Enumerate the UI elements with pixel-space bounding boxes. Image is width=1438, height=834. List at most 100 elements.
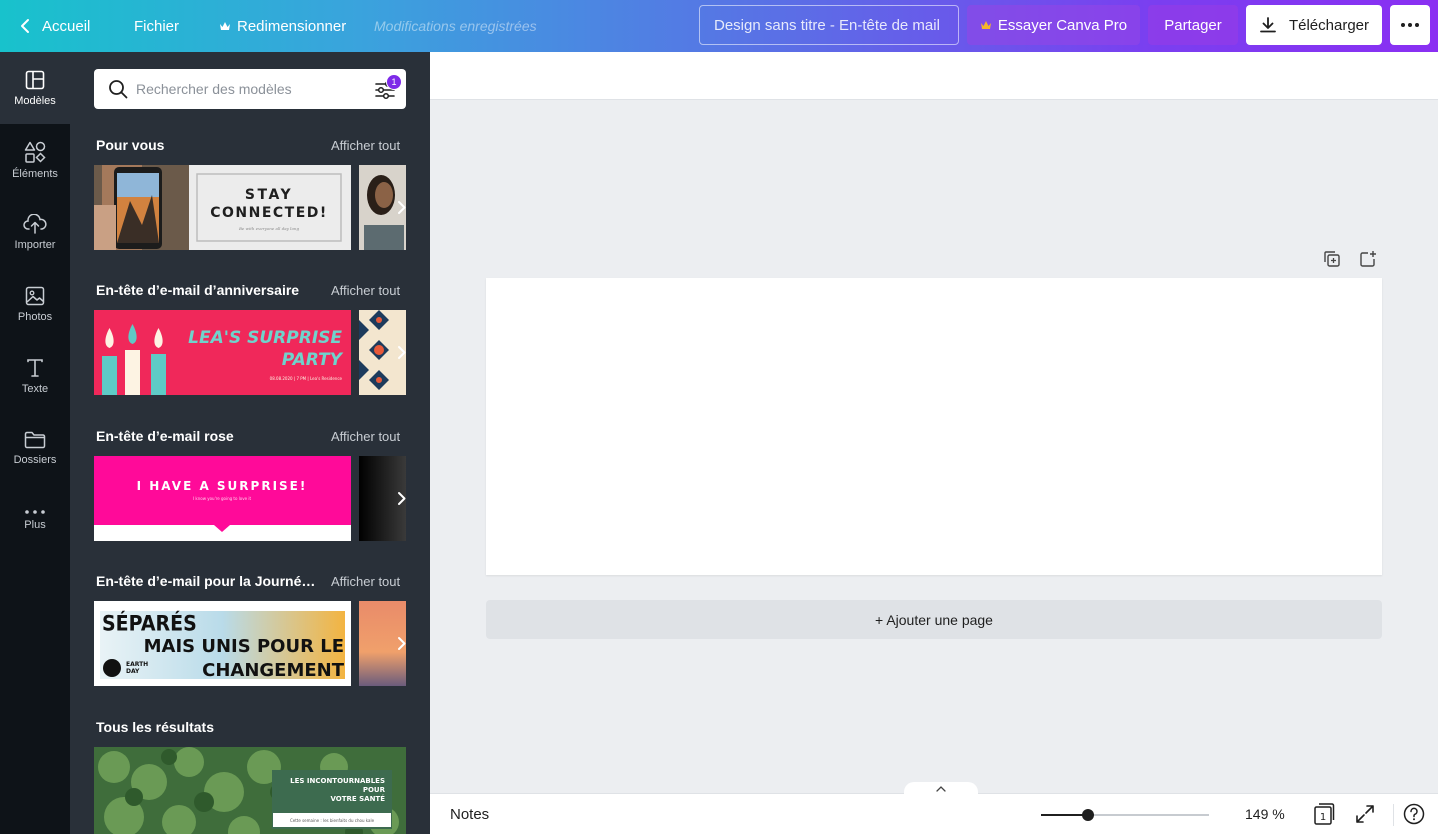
- template-thumbnail[interactable]: LES INCONTOURNABLES POUR VOTRE SANTÉ Cet…: [94, 747, 406, 834]
- section-title: En-tête d’e-mail rose: [96, 428, 234, 444]
- birthday-template: LEA'S SURPRISE PARTY 08.08.2020 | 7 PM |…: [94, 310, 351, 395]
- editor-toolbar: [430, 52, 1438, 100]
- add-page-icon[interactable]: [1359, 250, 1377, 268]
- bottom-bar: Notes 149 % 1: [430, 782, 1438, 834]
- folder-icon: [24, 431, 46, 448]
- template-thumbnail[interactable]: LEA'S SURPRISE PARTY 08.08.2020 | 7 PM |…: [94, 310, 351, 395]
- duplicate-page-icon[interactable]: [1323, 250, 1341, 268]
- thumb-text-health1: LES INCONTOURNABLES: [290, 777, 385, 785]
- home-button[interactable]: Accueil: [20, 0, 90, 52]
- download-icon: [1260, 17, 1276, 33]
- stay-connected-template: STAY CONNECTED! Be with everyone all day…: [94, 165, 351, 250]
- rail-label: Texte: [21, 382, 49, 395]
- chevron-up-icon: [936, 786, 946, 792]
- section-title: En-tête d’e-mail pour la Journée de la T…: [96, 573, 323, 589]
- carousel-next-button[interactable]: [392, 340, 410, 364]
- see-all-link[interactable]: Afficher tout: [331, 574, 400, 589]
- filter-count-badge: 1: [386, 74, 402, 90]
- elements-icon: [24, 141, 46, 163]
- thumb-text-unis: MAIS UNIS POUR LE: [144, 636, 344, 657]
- template-search-input[interactable]: [136, 69, 366, 109]
- rail-item-more[interactable]: Plus: [0, 484, 70, 556]
- zoom-level[interactable]: 149 %: [1245, 806, 1285, 822]
- download-label: Télécharger: [1288, 16, 1370, 34]
- thumb-text-changement: CHANGEMENT: [202, 660, 345, 681]
- see-all-link[interactable]: Afficher tout: [331, 283, 400, 298]
- notes-button[interactable]: Notes: [450, 806, 489, 823]
- zoom-slider-fill: [1041, 814, 1089, 816]
- resize-button[interactable]: Redimensionner: [219, 0, 346, 52]
- thumb-text-lea-sub: 08.08.2020 | 7 PM | Lea's Residence: [270, 376, 343, 381]
- template-thumbnail[interactable]: STAY CONNECTED! Be with everyone all day…: [94, 165, 351, 250]
- fullscreen-icon[interactable]: [1355, 804, 1375, 824]
- upload-cloud-icon: [23, 213, 47, 234]
- photo-icon: [25, 286, 45, 305]
- design-page[interactable]: [486, 278, 1382, 575]
- save-status: Modifications enregistrées: [374, 18, 537, 34]
- home-label: Accueil: [42, 17, 91, 35]
- section-title: Tous les résultats: [96, 719, 215, 735]
- page-count-icon[interactable]: 1: [1312, 802, 1336, 826]
- section-title: En-tête d’e-mail d’anniversaire: [96, 282, 300, 298]
- thumb-text-surprise: I HAVE A SURPRISE!: [137, 479, 308, 493]
- thumb-text-stay-sub: Be with everyone all day long: [238, 226, 299, 231]
- crown-icon: [220, 22, 230, 30]
- try-pro-button[interactable]: Essayer Canva Pro: [967, 5, 1140, 45]
- rail-label: Photos: [17, 310, 53, 323]
- see-all-link[interactable]: Afficher tout: [331, 138, 400, 153]
- top-bar: Accueil Fichier Redimensionner Modificat…: [0, 0, 1438, 52]
- help-icon[interactable]: [1403, 803, 1425, 825]
- carousel-next-button[interactable]: [392, 486, 410, 510]
- more-dots-icon: [1401, 23, 1419, 27]
- zoom-slider-handle[interactable]: [1082, 809, 1095, 821]
- rail-item-templates[interactable]: Modèles: [0, 52, 70, 124]
- see-all-link[interactable]: Afficher tout: [331, 429, 400, 444]
- more-options-button[interactable]: [1390, 5, 1430, 45]
- show-pages-button[interactable]: [904, 782, 978, 796]
- rail-item-folders[interactable]: Dossiers: [0, 412, 70, 484]
- template-thumbnail[interactable]: SÉPARÉS MAIS UNIS POUR LE CHANGEMENT EAR…: [94, 601, 351, 686]
- thumb-text-health3: VOTRE SANTÉ: [330, 794, 385, 803]
- chevron-right-icon: [397, 345, 405, 359]
- download-button[interactable]: Télécharger: [1246, 5, 1382, 45]
- page-count-number: 1: [1320, 812, 1326, 823]
- templates-icon: [25, 70, 45, 89]
- section-title: Pour vous: [96, 137, 165, 153]
- chevron-left-icon: [21, 19, 29, 33]
- rail-item-text[interactable]: Texte: [0, 340, 70, 412]
- earth-day-template: SÉPARÉS MAIS UNIS POUR LE CHANGEMENT EAR…: [94, 601, 351, 686]
- rail-item-upload[interactable]: Importer: [0, 196, 70, 268]
- health-template: LES INCONTOURNABLES POUR VOTRE SANTÉ Cet…: [94, 747, 406, 834]
- rail-label: Plus: [24, 518, 46, 531]
- rail-label: Éléments: [12, 167, 58, 180]
- carousel-next-button[interactable]: [392, 195, 410, 219]
- rail-label: Importer: [14, 238, 56, 251]
- thumb-text-health-sub: Cette semaine : les bienfaits du chou ka…: [290, 818, 375, 823]
- template-search-box: 1: [94, 69, 406, 109]
- thumb-text-stay: STAY: [245, 187, 293, 203]
- side-rail: Modèles Éléments Importer Photos Texte D…: [0, 52, 70, 834]
- carousel-next-button[interactable]: [392, 631, 410, 655]
- chevron-right-icon: [397, 200, 405, 214]
- rail-item-elements[interactable]: Éléments: [0, 124, 70, 196]
- search-icon: [109, 80, 128, 99]
- design-title-input[interactable]: Design sans titre - En-tête de mail: [699, 5, 959, 45]
- add-page-button[interactable]: + Ajouter une page: [486, 600, 1382, 639]
- share-button[interactable]: Partager: [1148, 5, 1238, 45]
- rail-item-photos[interactable]: Photos: [0, 268, 70, 340]
- resize-label: Redimensionner: [237, 17, 347, 35]
- thumb-text-separes: SÉPARÉS: [102, 611, 197, 636]
- thumb-text-lea1: LEA'S SURPRISE: [188, 328, 342, 348]
- template-thumbnail[interactable]: I HAVE A SURPRISE! I know you're going t…: [94, 456, 351, 541]
- thumb-text-surprise-sub: I know you're going to love it: [193, 496, 252, 501]
- crown-icon: [980, 21, 991, 29]
- divider: [1393, 804, 1394, 826]
- text-icon: [27, 358, 43, 377]
- thumb-text-earth: EARTH: [126, 661, 148, 668]
- thumb-text-day: DAY: [126, 668, 140, 675]
- rail-label: Dossiers: [13, 453, 57, 466]
- file-menu-button[interactable]: Fichier: [134, 0, 179, 52]
- chevron-right-icon: [397, 491, 405, 505]
- thumb-text-connected: CONNECTED!: [210, 205, 328, 221]
- pink-surprise-template: I HAVE A SURPRISE! I know you're going t…: [94, 456, 351, 541]
